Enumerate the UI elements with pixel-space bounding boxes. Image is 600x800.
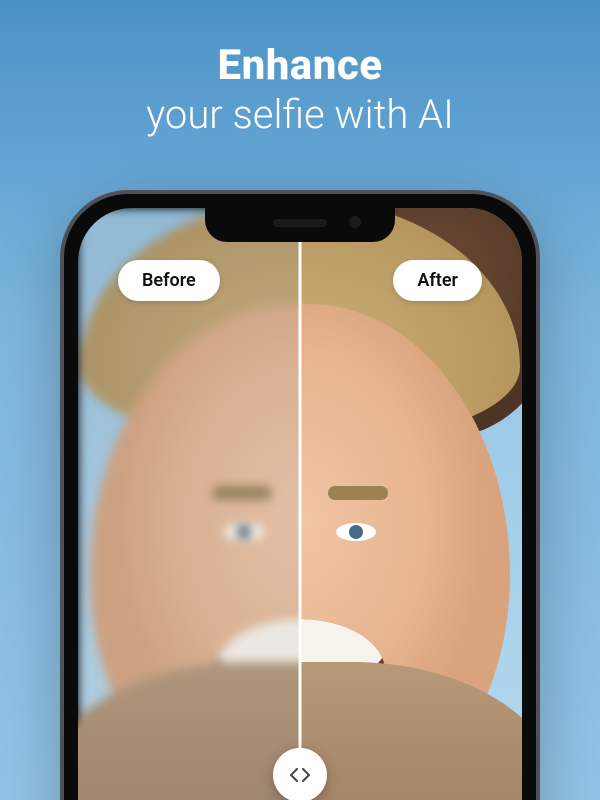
comparison-divider[interactable] xyxy=(299,208,302,800)
chevron-right-icon xyxy=(301,768,311,782)
phone-side-button xyxy=(60,394,63,452)
after-label-pill: After xyxy=(393,260,482,301)
headline: Enhance your selfie with AI xyxy=(0,0,600,138)
phone-side-button xyxy=(537,409,540,499)
phone-screen: Before After xyxy=(78,208,522,800)
phone-mockup: Before After xyxy=(60,190,540,800)
phone-side-button xyxy=(60,469,63,527)
before-label-pill: Before xyxy=(118,260,220,301)
comparison-slider-handle[interactable] xyxy=(273,748,327,800)
phone-notch xyxy=(205,208,395,242)
comparison-view: Before After xyxy=(78,208,522,800)
phone-side-button xyxy=(60,334,63,366)
headline-title: Enhance xyxy=(0,42,600,90)
headline-subtitle: your selfie with AI xyxy=(0,92,600,138)
chevron-left-icon xyxy=(289,768,299,782)
